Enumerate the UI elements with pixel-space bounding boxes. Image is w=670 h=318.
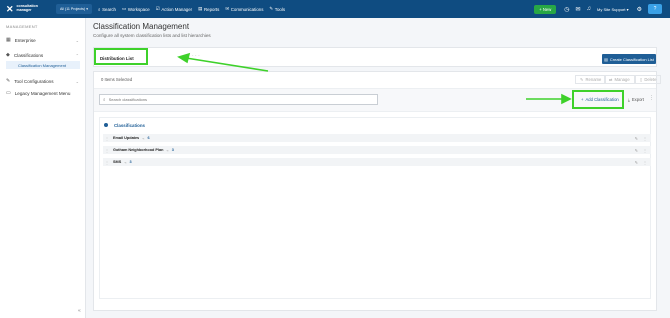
arrow-line-left	[185, 57, 269, 72]
arrow-head-right	[561, 93, 572, 105]
arrow-head-left	[177, 52, 191, 64]
annotation-arrows	[177, 52, 572, 105]
